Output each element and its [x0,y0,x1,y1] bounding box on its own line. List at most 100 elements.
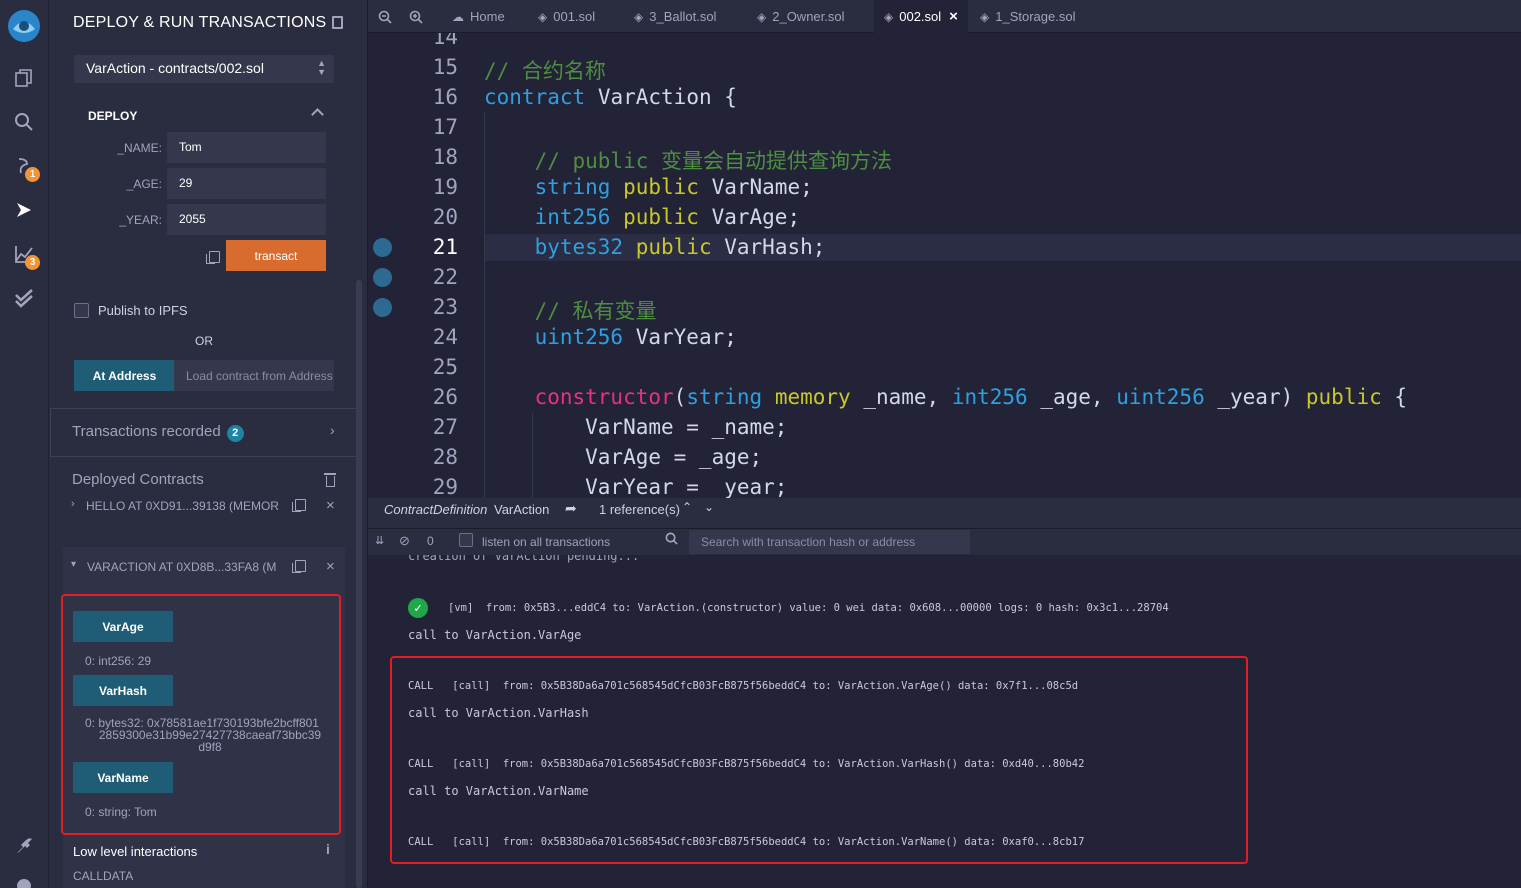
references-count-label[interactable]: 1 reference(s) [599,502,680,517]
contract-select[interactable]: VarAction - contracts/002.sol ▲ ▼ [74,55,334,83]
deployed-contracts-label: Deployed Contracts [72,471,204,488]
code-line: VarYear = _year; [484,475,788,498]
code-line: // 私有变量 [534,299,657,323]
deploy-run-panel: DEPLOY & RUN TRANSACTIONS VarAction - co… [49,0,368,888]
zoom-out-icon[interactable] [378,0,398,33]
transactions-recorded-row[interactable]: Transactions recorded 2 › [50,408,357,457]
listen-checkbox[interactable] [459,533,473,547]
line-number: 24 [432,325,458,349]
code-line: VarName = _name; [484,415,788,439]
code-line: string public VarName; [534,175,813,199]
listen-label: listen on all transactions [482,535,611,549]
line-number: 27 [432,415,458,439]
remix-home-icon: ☁ [452,9,464,24]
success-check-icon: ✓ [408,598,428,618]
settings-icon[interactable] [10,872,38,888]
terminal-toolbar: ⇊ ⊘ 0 listen on all transactions Search … [368,528,1521,555]
chevron-up-icon[interactable] [311,108,324,121]
code-editor[interactable]: 14 15 16 17 18 19 20 21 22 23 24 25 26 2… [368,33,1521,498]
collapse-terminal-icon[interactable]: ⇊ [375,534,384,547]
line-number: 25 [432,355,458,379]
solidity-icon: ◈ [538,9,548,24]
tab-3-ballot-sol[interactable]: ◈ 3_Ballot.sol [626,0,724,33]
remix-logo-icon[interactable] [4,6,44,46]
clear-console-icon[interactable]: ⊘ [399,533,410,549]
tab-2-owner-sol[interactable]: ◈ 2_Owner.sol [749,0,853,33]
chevron-right-icon[interactable]: › [71,498,75,510]
definition-type-label: ContractDefinition [384,502,488,517]
line-number: 20 [432,205,458,229]
solidity-icon: ◈ [980,9,990,24]
code-line: constructor(string memory _name, int256 … [534,385,1408,409]
copy-address-icon[interactable] [292,499,306,512]
tab-home[interactable]: ☁ Home [444,0,513,33]
varaction-instance-label[interactable]: VARACTION AT 0XD8B...33FA8 (M [87,560,277,574]
code-line: contract VarAction { [484,85,737,109]
close-tab-icon[interactable]: × [949,8,958,25]
line-number: 28 [432,445,458,469]
chevron-down-icon[interactable]: ⌄ [704,500,714,514]
docs-icon[interactable] [332,16,343,29]
at-address-button[interactable]: At Address [74,360,175,391]
zoom-in-icon[interactable] [409,0,429,33]
goto-definition-icon[interactable]: ➦ [565,500,577,517]
solidity-icon: ◈ [884,9,894,24]
close-icon[interactable]: × [326,497,335,514]
transactions-count-badge: 2 [226,424,244,442]
vm-transaction-line[interactable]: [vm] from: 0x5B3...eddC4 to: VarAction.(… [448,602,1169,614]
code-line: VarAge = _age; [484,445,763,469]
tab-1-storage-sol[interactable]: ◈ 1_Storage.sol [972,0,1083,33]
copy-calldata-icon[interactable] [206,251,220,264]
close-icon[interactable]: × [326,558,335,575]
file-explorer-icon[interactable] [10,64,38,92]
solidity-icon: ◈ [757,9,767,24]
code-line: // 合约名称 [484,59,606,83]
param-year-label: _YEAR: [119,213,162,227]
tab-002-sol[interactable]: ◈ 002.sol × [874,0,968,33]
transact-button[interactable]: transact [226,240,326,271]
analysis-icon[interactable]: 3 [10,240,40,270]
param-name-label: _NAME: [117,141,162,155]
contract-select-value: VarAction - contracts/002.sol [86,60,264,76]
solidity-compiler-icon[interactable]: 1 [10,152,40,182]
line-number-current: 21 [432,235,458,259]
line-number: 23 [432,295,458,319]
call-results-highlight [390,656,1248,864]
chevron-up-icon[interactable]: ⌃ [682,500,692,514]
tab-001-sol[interactable]: ◈ 001.sol [530,0,603,33]
param-name-input[interactable]: Tom [167,132,326,163]
deploy-section-label: DEPLOY [88,109,138,123]
info-icon[interactable]: i [326,841,330,857]
code-line: int256 public VarAge; [534,205,801,229]
chevron-down-icon[interactable]: ▾ [71,559,76,570]
line-number: 29 [432,475,458,498]
copy-address-icon[interactable] [292,560,306,573]
line-number: 15 [432,55,458,79]
or-label: OR [195,334,213,348]
trash-icon[interactable] [324,473,336,487]
load-contract-input[interactable]: Load contract from Address [174,360,334,391]
editor-tabs: ☁ Home ◈ 001.sol ◈ 3_Ballot.sol ◈ 2_Owner.so… [368,0,1521,33]
param-age-label: _AGE: [126,177,162,191]
terminal-line: call to VarAction.VarAge [408,628,582,642]
hello-instance-label[interactable]: HELLO AT 0XD91...39138 (MEMOR [86,499,281,513]
deploy-run-icon[interactable] [10,196,38,224]
transaction-search-input[interactable]: Search with transaction hash or address [689,530,970,554]
publish-ipfs-checkbox[interactable] [74,303,89,318]
unit-testing-icon[interactable] [10,284,38,312]
search-icon[interactable] [10,108,38,136]
code-line: // public 变量会自动提供查询方法 [534,149,893,173]
param-age-input[interactable]: 29 [167,168,326,199]
panel-title: DEPLOY & RUN TRANSACTIONS [73,14,327,31]
line-number: 14 [432,33,458,49]
panel-scrollbar[interactable] [356,280,362,888]
line-number: 16 [432,85,458,109]
line-number: 18 [432,145,458,169]
plugin-manager-icon[interactable] [10,832,38,860]
param-year-input[interactable]: 2055 [167,204,326,235]
select-arrows-icon: ▲ ▼ [317,58,326,77]
analysis-badge: 3 [25,255,40,270]
function-results-highlight [61,594,341,835]
code-line: uint256 VarYear; [534,325,737,349]
icon-rail: 1 3 [0,0,49,888]
